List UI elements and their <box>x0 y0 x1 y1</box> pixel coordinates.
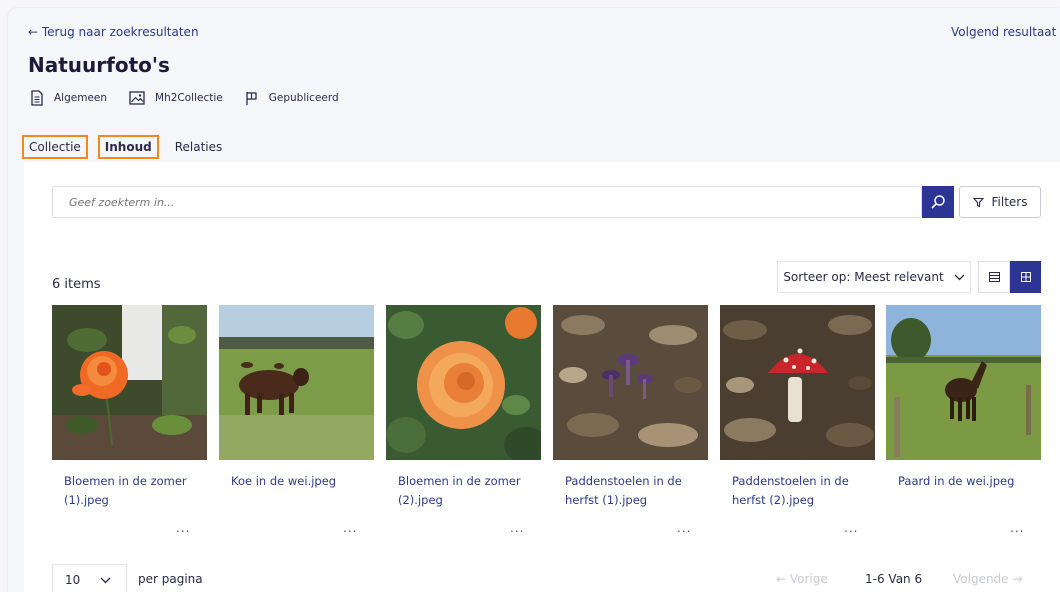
search-button[interactable] <box>922 186 954 218</box>
meta-collection-label: Mh2Collectie <box>155 92 223 104</box>
item-caption[interactable]: Koe in de wei.jpeg <box>231 472 371 491</box>
image-icon <box>129 91 145 105</box>
top-navigation: ← Terug naar zoekresultaten Volgend resu… <box>28 25 1060 45</box>
item-menu-button[interactable]: ... <box>677 521 691 535</box>
tab-inhoud[interactable]: Inhoud <box>97 135 159 166</box>
item-caption[interactable]: Paard in de wei.jpeg <box>898 472 1038 491</box>
filters-label: Filters <box>991 195 1028 209</box>
next-page-button[interactable]: Volgende → <box>953 572 1022 586</box>
meta-type: Algemeen <box>30 90 107 106</box>
meta-type-label: Algemeen <box>54 92 108 104</box>
result-card: Paddenstoelen in de herfst (1).jpeg ... <box>553 305 708 535</box>
metadata-bar: Algemeen Mh2Collectie Gepubliceerd <box>30 90 339 106</box>
item-caption[interactable]: Bloemen in de zomer (2).jpeg <box>398 472 538 510</box>
next-result-link[interactable]: Volgend resultaat › <box>951 25 1060 39</box>
chevron-down-icon <box>954 274 965 280</box>
thumbnail-horse-in-field[interactable] <box>886 305 1041 460</box>
meta-collection: Mh2Collectie <box>129 90 223 106</box>
per-page-select[interactable]: 10 <box>52 564 127 592</box>
filters-button[interactable]: Filters <box>959 186 1041 218</box>
meta-status: Gepubliceerd <box>245 90 339 106</box>
content-panel: Filters 6 items Sorteer op: Meest releva… <box>24 162 1060 592</box>
tab-collectie[interactable]: Collectie <box>22 135 88 159</box>
item-menu-button[interactable]: ... <box>844 521 858 535</box>
item-menu-button[interactable]: ... <box>176 521 190 535</box>
item-menu-button[interactable]: ... <box>343 521 357 535</box>
grid-view-icon <box>1020 272 1031 282</box>
page-title: Natuurfoto's <box>28 53 170 77</box>
item-caption[interactable]: Bloemen in de zomer (1).jpeg <box>64 472 204 510</box>
tab-relaties[interactable]: Relaties <box>175 140 223 154</box>
sort-dropdown[interactable]: Sorteer op: Meest relevant <box>777 261 971 293</box>
result-card: Bloemen in de zomer (2).jpeg ... <box>386 305 541 535</box>
list-view-icon <box>988 272 1000 282</box>
sort-label: Sorteer op: Meest relevant <box>783 270 944 284</box>
item-menu-button[interactable]: ... <box>510 521 524 535</box>
page-frame: ← Terug naar zoekresultaten Volgend resu… <box>8 8 1060 592</box>
search-icon <box>931 195 945 209</box>
result-card: Paard in de wei.jpeg ... <box>886 305 1041 535</box>
document-icon <box>31 90 43 106</box>
search-box <box>52 186 922 218</box>
per-page-value: 10 <box>65 573 81 587</box>
thumbnail-cow-in-field[interactable] <box>219 305 374 460</box>
item-count: 6 items <box>52 277 101 292</box>
thumbnail-purple-mushrooms[interactable] <box>553 305 708 460</box>
result-card: Koe in de wei.jpeg ... <box>219 305 374 535</box>
tab-bar: Collectie Inhoud Relaties <box>22 132 223 166</box>
meta-status-label: Gepubliceerd <box>268 92 339 104</box>
item-caption[interactable]: Paddenstoelen in de herfst (2).jpeg <box>732 472 872 510</box>
back-to-results-link[interactable]: ← Terug naar zoekresultaten <box>28 25 199 39</box>
pagination-info: 1-6 Van 6 <box>865 572 923 586</box>
result-card: Bloemen in de zomer (1).jpeg ... <box>52 305 207 535</box>
previous-page-button[interactable]: ← Vorige <box>776 572 828 586</box>
item-caption[interactable]: Paddenstoelen in de herfst (1).jpeg <box>565 472 705 510</box>
result-card: Paddenstoelen in de herfst (2).jpeg ... <box>720 305 875 535</box>
thumbnail-fly-agaric[interactable] <box>720 305 875 460</box>
grid-view-button[interactable] <box>1010 261 1041 293</box>
filter-icon <box>972 197 984 207</box>
list-view-button[interactable] <box>978 261 1010 293</box>
flag-icon <box>246 91 257 105</box>
chevron-down-icon <box>100 577 111 583</box>
item-menu-button[interactable]: ... <box>1010 521 1024 535</box>
per-page-label: per pagina <box>138 572 203 586</box>
thumbnail-orange-rose-closeup[interactable] <box>386 305 541 460</box>
search-input[interactable] <box>53 187 921 217</box>
thumbnail-orange-rose[interactable] <box>52 305 207 460</box>
